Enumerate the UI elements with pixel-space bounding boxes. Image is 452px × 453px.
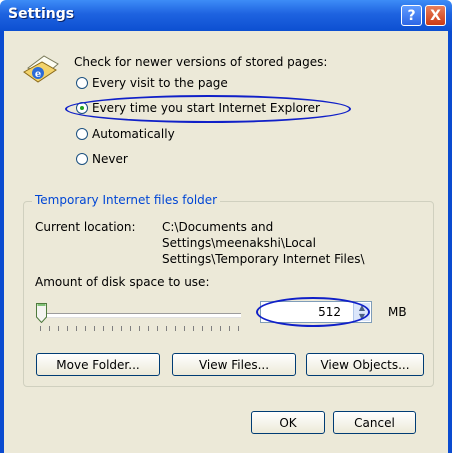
option-automatically[interactable]: Automatically: [76, 126, 175, 142]
view-objects-button[interactable]: View Objects...: [306, 353, 424, 376]
help-button[interactable]: ?: [401, 5, 422, 26]
disk-space-label: Amount of disk space to use:: [35, 275, 210, 289]
current-location-label: Current location:: [35, 220, 136, 234]
internet-explorer-page-icon: e: [23, 55, 59, 83]
highlight-ellipse-option: [65, 95, 351, 123]
window-title: Settings: [8, 6, 75, 22]
location-path-line-2: Settings\meenakshi\Local: [162, 236, 316, 250]
close-button[interactable]: X: [425, 5, 446, 26]
radio-every-visit[interactable]: [76, 77, 88, 89]
ok-button[interactable]: OK: [251, 411, 325, 434]
location-path-line-3: Settings\Temporary Internet Files\: [162, 252, 365, 266]
option-never-label: Never: [92, 152, 128, 166]
title-bar[interactable]: Settings ? X: [0, 0, 452, 31]
highlight-ellipse-disk-space: [256, 297, 370, 327]
temp-files-legend: Temporary Internet files folder: [32, 193, 221, 207]
disk-space-unit: MB: [388, 305, 407, 319]
option-never[interactable]: Never: [76, 151, 128, 167]
check-newer-prompt: Check for newer versions of stored pages…: [74, 55, 328, 69]
view-files-button[interactable]: View Files...: [172, 353, 296, 376]
disk-space-slider-thumb[interactable]: [36, 303, 47, 323]
slider-ticks: [40, 326, 240, 331]
radio-never[interactable]: [76, 153, 88, 165]
svg-text:e: e: [35, 69, 41, 80]
dialog-body: e Check for newer versions of stored pag…: [4, 31, 448, 453]
cancel-button[interactable]: Cancel: [333, 411, 416, 434]
move-folder-button[interactable]: Move Folder...: [36, 353, 160, 376]
location-path-line-1: C:\Documents and: [162, 220, 274, 234]
option-every-visit[interactable]: Every visit to the page: [76, 75, 228, 91]
radio-automatically[interactable]: [76, 128, 88, 140]
option-every-visit-label: Every visit to the page: [92, 76, 228, 90]
window-frame-right: [448, 31, 452, 453]
option-automatically-label: Automatically: [92, 127, 175, 141]
settings-dialog: Settings ? X e Check for newer versions …: [0, 0, 452, 453]
disk-space-slider-track[interactable]: [38, 313, 241, 318]
